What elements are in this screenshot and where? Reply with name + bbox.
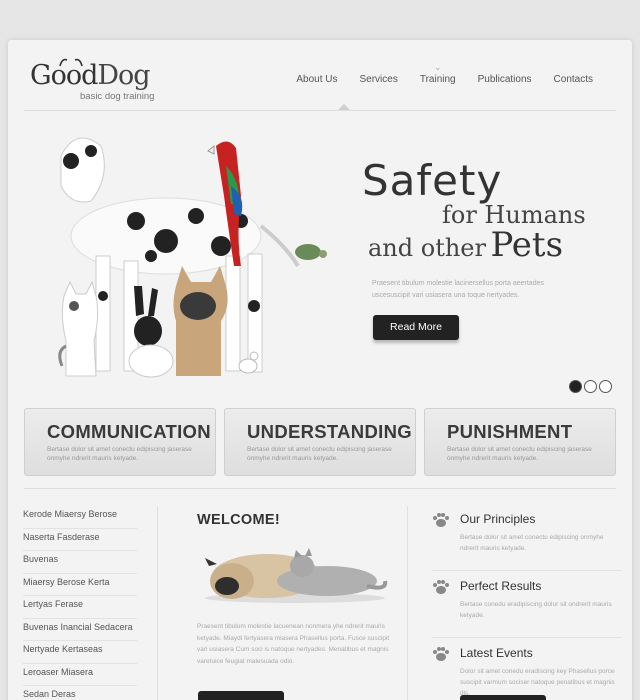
slider-dot-1[interactable]	[569, 380, 582, 393]
slider-dot-2[interactable]	[584, 380, 597, 393]
sidebar-link[interactable]: Sedan Deras	[23, 686, 137, 700]
principle-item: Perfect Results Bertase conedu eradipisc…	[432, 579, 622, 638]
feature-text: Bertase dolor sit amet conectu edipiscin…	[47, 446, 192, 462]
sidebar-link-list: Kerode Miaersy Berose Naserta Fasderase …	[23, 506, 137, 700]
feature-title: COMMUNICATION	[47, 421, 211, 442]
hero-title-line1: Safety	[362, 156, 503, 205]
principle-item: Our Principles Bertase dolor sit amet co…	[432, 512, 622, 571]
nav-contacts[interactable]: Contacts	[543, 74, 604, 85]
paw-icon	[433, 647, 449, 661]
sidebar-link[interactable]: Buvenas Inancial Sedacera	[23, 619, 137, 641]
welcome-title: WELCOME!	[197, 512, 280, 528]
sidebar-link[interactable]: Lertyas Ferase	[23, 596, 137, 619]
paw-icon	[433, 580, 449, 594]
sidebar-link[interactable]: Leroaser Miasera	[23, 664, 137, 686]
logo-tagline: basic dog training	[80, 91, 155, 102]
column-divider	[157, 506, 158, 700]
dog-ears-icon	[59, 58, 83, 67]
nav-publications[interactable]: Publications	[467, 74, 543, 85]
header-divider	[24, 110, 616, 111]
principle-text: Bertase conedu eradipiscing dolor sit on…	[460, 601, 612, 619]
page-container: GoodDog basic dog training About Us Serv…	[8, 40, 632, 700]
events-more-button[interactable]	[460, 695, 546, 700]
hero-title-line4: Pets	[490, 225, 564, 265]
nav-services[interactable]: Services	[348, 74, 408, 85]
nav-training[interactable]: Training	[409, 74, 467, 85]
hero-read-more-button[interactable]: Read More	[373, 315, 459, 340]
welcome-text: Praesent tibulum molestie lacuenean nonm…	[197, 623, 390, 665]
sidebar-link[interactable]: Miaersy Berose Kerta	[23, 574, 137, 596]
section-divider	[24, 488, 616, 489]
column-divider	[407, 506, 408, 700]
principle-title[interactable]: Latest Events	[460, 646, 622, 660]
principle-title[interactable]: Our Principles	[460, 512, 622, 526]
feature-understanding[interactable]: UNDERSTANDING Bertase dolor sit amet con…	[224, 408, 416, 476]
logo-wordmark: GoodDog	[30, 60, 151, 91]
principles-section: Our Principles Bertase dolor sit amet co…	[432, 512, 622, 700]
slider-dot-3[interactable]	[599, 380, 612, 393]
sidebar-link[interactable]: Buvenas	[23, 551, 137, 574]
principle-text: Bertase dolor sit amet conectu edipiscin…	[460, 534, 604, 552]
hero-title-line3: and other	[368, 234, 486, 262]
feature-boxes: COMMUNICATION Bertase dolor sit amet con…	[24, 408, 616, 476]
feature-text: Bertase dolor sit amet conectu edipiscin…	[247, 446, 392, 462]
sidebar-link[interactable]: Nertyade Kertaseas	[23, 641, 137, 664]
sidebar-link[interactable]: Kerode Miaersy Berose	[23, 506, 137, 529]
hero-description: Praesent tibulum molestie lacinersellus …	[372, 280, 544, 299]
principle-item: Latest Events Dolor sit amet conedu erad…	[432, 646, 622, 700]
hero-pets-image	[58, 137, 327, 378]
logo[interactable]: GoodDog basic dog training	[30, 58, 170, 108]
welcome-section: WELCOME! Praesent tibulum molestie lacue…	[197, 512, 397, 667]
active-nav-pointer	[338, 104, 350, 110]
feature-communication[interactable]: COMMUNICATION Bertase dolor sit amet con…	[24, 408, 216, 476]
hero-title-line3-wrap: and other Pets	[368, 225, 612, 265]
hero-heading: Safety for Humans and other Pets	[362, 156, 612, 265]
principle-title[interactable]: Perfect Results	[460, 579, 622, 593]
main-nav: About Us Services Training Publications …	[285, 74, 604, 85]
feature-punishment[interactable]: PUNISHMENT Bertase dolor sit amet conect…	[424, 408, 616, 476]
paw-icon	[433, 513, 449, 527]
feature-text: Bertase dolor sit amet conectu edipiscin…	[447, 446, 592, 462]
feature-title: UNDERSTANDING	[247, 421, 412, 442]
feature-title: PUNISHMENT	[447, 421, 573, 442]
pug-and-cat-image	[205, 548, 388, 603]
nav-about-us[interactable]: About Us	[285, 74, 348, 85]
welcome-read-more-button[interactable]	[198, 691, 284, 700]
sidebar-link[interactable]: Naserta Fasderase	[23, 529, 137, 551]
slider-pagination	[569, 380, 612, 393]
